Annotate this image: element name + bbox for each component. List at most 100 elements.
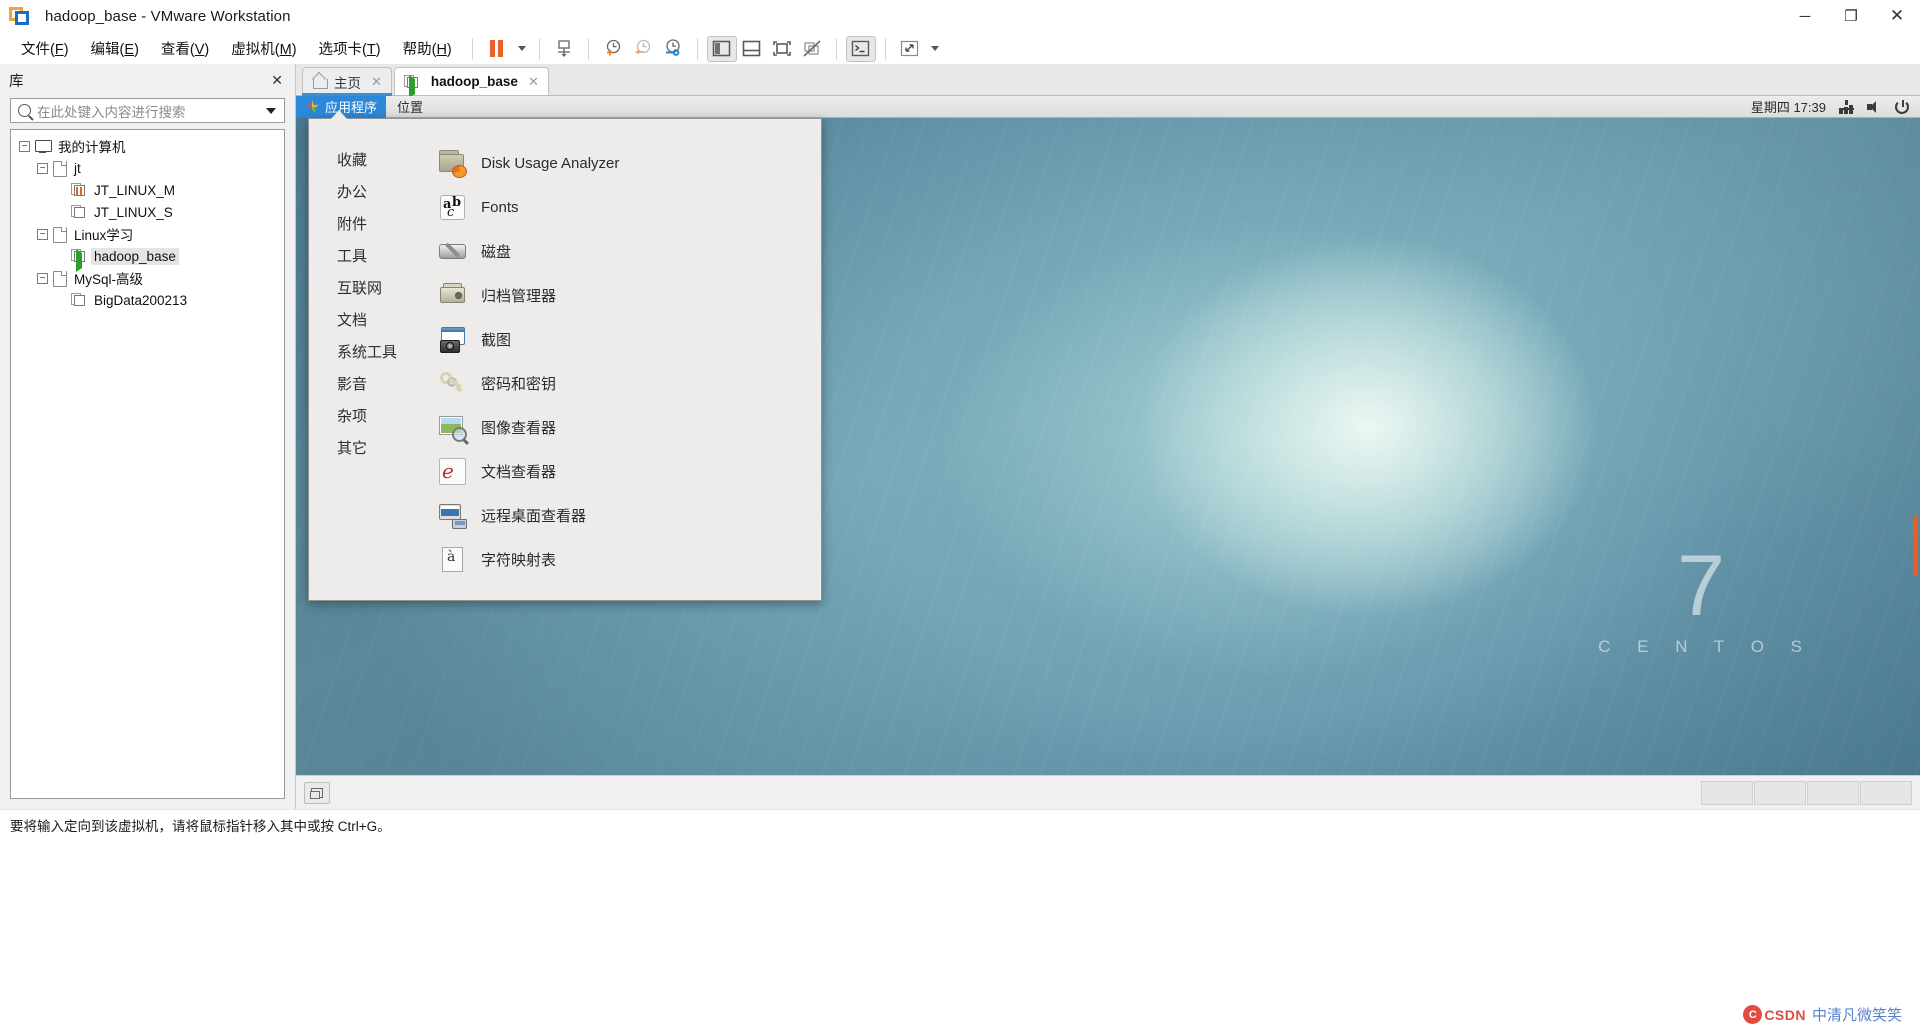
show-library-button[interactable]: [706, 35, 737, 62]
tab-home[interactable]: 主页 ✕: [302, 67, 392, 96]
tree-item-folder-linux-study[interactable]: − Linux学习: [11, 223, 284, 245]
app-label: 截图: [481, 331, 512, 349]
show-thumbnail-bar-button[interactable]: [737, 36, 767, 62]
clock[interactable]: 星期四 17:39: [1751, 97, 1826, 116]
app-archive-manager[interactable]: 归档管理器: [433, 273, 821, 317]
tree-item-folder-jt[interactable]: − jt: [11, 157, 284, 179]
tab-hadoop-base-close-icon[interactable]: ✕: [528, 74, 539, 90]
menu-vm-tail: ): [291, 42, 297, 58]
tree-item-vm-hadoop-base[interactable]: hadoop_base: [11, 245, 284, 272]
power-dropdown[interactable]: [512, 36, 530, 62]
menu-edit[interactable]: 编辑(E): [80, 35, 150, 62]
menu-help[interactable]: 帮助(H): [392, 35, 463, 62]
category-system-tools[interactable]: 系统工具: [337, 335, 419, 367]
panel-bottom-icon: [742, 40, 761, 57]
take-snapshot-button[interactable]: [598, 36, 628, 62]
expander-icon[interactable]: −: [37, 228, 48, 240]
category-miscellaneous[interactable]: 杂项: [337, 399, 419, 431]
app-fonts[interactable]: abc Fonts: [433, 185, 821, 229]
snapshot-manager-button[interactable]: [658, 36, 688, 62]
folder-icon: [53, 270, 67, 287]
menu-file[interactable]: 文件(F): [10, 35, 80, 62]
menu-vm[interactable]: 虚拟机(M): [220, 35, 307, 62]
folder-icon: [53, 160, 67, 177]
category-documents[interactable]: 文档: [337, 303, 419, 335]
category-sound-video[interactable]: 影音: [337, 367, 419, 399]
library-search-box[interactable]: 在此处键入内容进行搜索: [10, 98, 285, 123]
category-internet[interactable]: 互联网: [337, 271, 419, 303]
menu-view[interactable]: 查看(V): [150, 35, 220, 62]
app-label: Disk Usage Analyzer: [481, 154, 620, 172]
menu-file-mnemonic: F: [54, 42, 64, 58]
device-status-cell-4[interactable]: [1860, 780, 1912, 805]
app-remote-desktop-viewer[interactable]: 远程桌面查看器: [433, 493, 821, 537]
expander-icon[interactable]: −: [37, 162, 48, 174]
minimize-button[interactable]: ─: [1782, 0, 1828, 33]
volume-icon[interactable]: [1867, 100, 1882, 114]
unity-mode-button[interactable]: [797, 36, 827, 62]
app-document-viewer[interactable]: e 文档查看器: [433, 449, 821, 493]
app-label: 字符映射表: [481, 551, 557, 569]
power-icon[interactable]: [1895, 99, 1909, 114]
tree-item-my-computer[interactable]: − 我的计算机: [11, 135, 284, 157]
menu-tabs[interactable]: 选项卡(T): [308, 35, 392, 62]
app-image-viewer[interactable]: 图像查看器: [433, 405, 821, 449]
menu-bar: 文件(F) 编辑(E) 查看(V) 虚拟机(M) 选项卡(T) 帮助(H): [0, 33, 1920, 64]
guest-scrollbar-thumb[interactable]: [1913, 516, 1918, 576]
app-screenshot[interactable]: 截图: [433, 317, 821, 361]
category-office[interactable]: 办公: [337, 175, 419, 207]
places-menu-button[interactable]: 位置: [386, 97, 434, 116]
app-character-map[interactable]: à 字符映射表: [433, 537, 821, 581]
tree-item-vm-jt-linux-s[interactable]: JT_LINUX_S: [11, 201, 284, 223]
chevron-down-icon-search[interactable]: [266, 107, 276, 114]
category-tools[interactable]: 工具: [337, 239, 419, 271]
fullscreen-icon: [772, 40, 791, 56]
vm-running-icon: [403, 74, 419, 98]
disks-icon: [439, 238, 466, 265]
library-tree[interactable]: − 我的计算机 − jt JT_LINUX_M JT_LINUX_S − Lin…: [10, 129, 285, 799]
search-input[interactable]: 在此处键入内容进行搜索: [37, 101, 266, 121]
vm-off-icon: [71, 205, 86, 219]
revert-snapshot-button[interactable]: [628, 36, 658, 62]
device-status-cell-2[interactable]: [1754, 780, 1806, 805]
tree-item-vm-bigdata200213[interactable]: BigData200213: [11, 289, 284, 311]
network-icon[interactable]: [1839, 99, 1854, 114]
suspend-button[interactable]: [482, 36, 512, 62]
device-status-cell-3[interactable]: [1807, 780, 1859, 805]
gnome-foot-icon: [305, 100, 319, 114]
manage-snapshots-button[interactable]: [549, 36, 579, 62]
tree-item-vm-jt-linux-m[interactable]: JT_LINUX_M: [11, 179, 284, 201]
menu-help-mnemonic: H: [436, 42, 447, 58]
library-header: 库 ✕: [0, 64, 295, 96]
applications-menu-popup: 收藏 办公 附件 工具 互联网 文档 系统工具 影音 杂项 其它 Disk Us…: [308, 118, 822, 601]
app-label: 密码和密钥: [481, 375, 557, 393]
library-close-button[interactable]: ✕: [265, 70, 289, 91]
chevron-down-icon-2: [931, 46, 940, 51]
full-screen-button[interactable]: [767, 36, 797, 62]
expander-icon[interactable]: −: [37, 272, 48, 284]
expander-icon[interactable]: −: [19, 140, 30, 152]
category-accessories[interactable]: 附件: [337, 207, 419, 239]
category-other[interactable]: 其它: [337, 431, 419, 463]
tab-hadoop-base[interactable]: hadoop_base ✕: [393, 67, 549, 98]
app-disks[interactable]: 磁盘: [433, 229, 821, 273]
tab-home-close-icon[interactable]: ✕: [371, 74, 382, 90]
stretch-button[interactable]: [895, 36, 925, 62]
app-disk-usage-analyzer[interactable]: Disk Usage Analyzer: [433, 141, 821, 185]
maximize-button[interactable]: ❐: [1828, 0, 1874, 33]
app-passwords-and-keys[interactable]: 密码和密钥: [433, 361, 821, 405]
unity-status-icon[interactable]: [304, 781, 330, 804]
menu-tabs-text: 选项卡(: [318, 42, 367, 58]
vm-suspended-icon: [71, 183, 86, 197]
close-button[interactable]: ✕: [1874, 0, 1920, 33]
tree-label: Linux学习: [74, 228, 134, 243]
clock-plus-icon: [607, 39, 621, 56]
guest-screen[interactable]: 应用程序 位置 星期四 17:39 7 C E N T O S 收藏 办公 附件…: [296, 96, 1920, 775]
device-status-cell-1[interactable]: [1701, 780, 1753, 805]
console-button[interactable]: [845, 35, 876, 62]
stretch-dropdown[interactable]: [925, 36, 943, 62]
tab-hadoop-base-label: hadoop_base: [430, 74, 518, 89]
category-favorites[interactable]: 收藏: [337, 143, 419, 175]
status-message: 要将输入定向到该虚拟机，请将鼠标指针移入其中或按 Ctrl+G。: [10, 818, 391, 834]
tree-item-folder-mysql-advanced[interactable]: − MySql-高级: [11, 267, 284, 289]
